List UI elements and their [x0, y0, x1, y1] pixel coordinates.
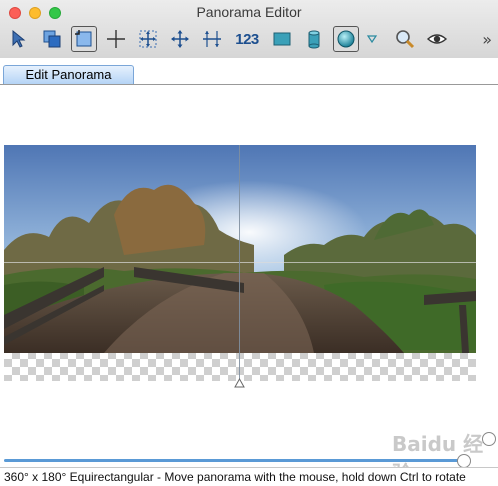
crop-tool-button[interactable]: [71, 26, 97, 52]
select-tool-button[interactable]: [6, 26, 32, 52]
dropdown-triangle-icon: [366, 35, 378, 44]
panorama-editor-window: Panorama Editor 123 » Edit Panorama Baid…: [0, 0, 498, 485]
toolbar: Panorama Editor 123 »: [0, 0, 498, 59]
overlay-tool-button[interactable]: [39, 26, 65, 52]
horizon-guide-line: [4, 262, 476, 263]
magnifier-icon: [396, 30, 415, 49]
projection-menu-button[interactable]: [363, 26, 381, 52]
move-tool-button[interactable]: [167, 26, 193, 52]
expand-arrows-icon: [139, 30, 157, 48]
zoom-tool-button[interactable]: [392, 26, 418, 52]
crop-frame-icon: [75, 30, 92, 47]
overlay-images-icon: [43, 30, 61, 48]
status-text: 360° x 180° Equirectangular - Move panor…: [4, 470, 466, 484]
crosshair-tool-button[interactable]: [103, 26, 129, 52]
sphere-projection-icon: [337, 30, 355, 48]
cylinder-projection-button[interactable]: [301, 26, 327, 52]
window-title: Panorama Editor: [196, 4, 302, 20]
rectilinear-projection-icon: [273, 32, 291, 46]
straighten-icon: [203, 31, 221, 47]
transparent-area: [4, 351, 476, 381]
preview-tool-button[interactable]: [424, 26, 450, 52]
cylinder-projection-icon: [308, 30, 320, 49]
select-arrow-icon: [12, 29, 26, 48]
numeric-transform-button[interactable]: 123: [232, 26, 262, 52]
crosshair-icon: [107, 30, 125, 48]
move-cross-icon: [171, 30, 189, 48]
status-bar: 360° x 180° Equirectangular - Move panor…: [0, 467, 498, 484]
fit-tool-button[interactable]: [135, 26, 161, 52]
eye-preview-icon: [426, 34, 448, 44]
straighten-tool-button[interactable]: [199, 26, 225, 52]
sphere-projection-button[interactable]: [333, 26, 359, 52]
panorama-image[interactable]: [4, 145, 476, 353]
rectilinear-projection-button[interactable]: [269, 26, 295, 52]
tab-edit-panorama[interactable]: Edit Panorama: [3, 65, 134, 84]
tab-bar: Edit Panorama: [0, 58, 498, 85]
center-line-handle[interactable]: [234, 378, 245, 389]
numbers-123-icon: 123: [235, 30, 259, 48]
center-guide-line[interactable]: [239, 145, 240, 380]
toolbar-overflow-button[interactable]: »: [482, 30, 492, 49]
